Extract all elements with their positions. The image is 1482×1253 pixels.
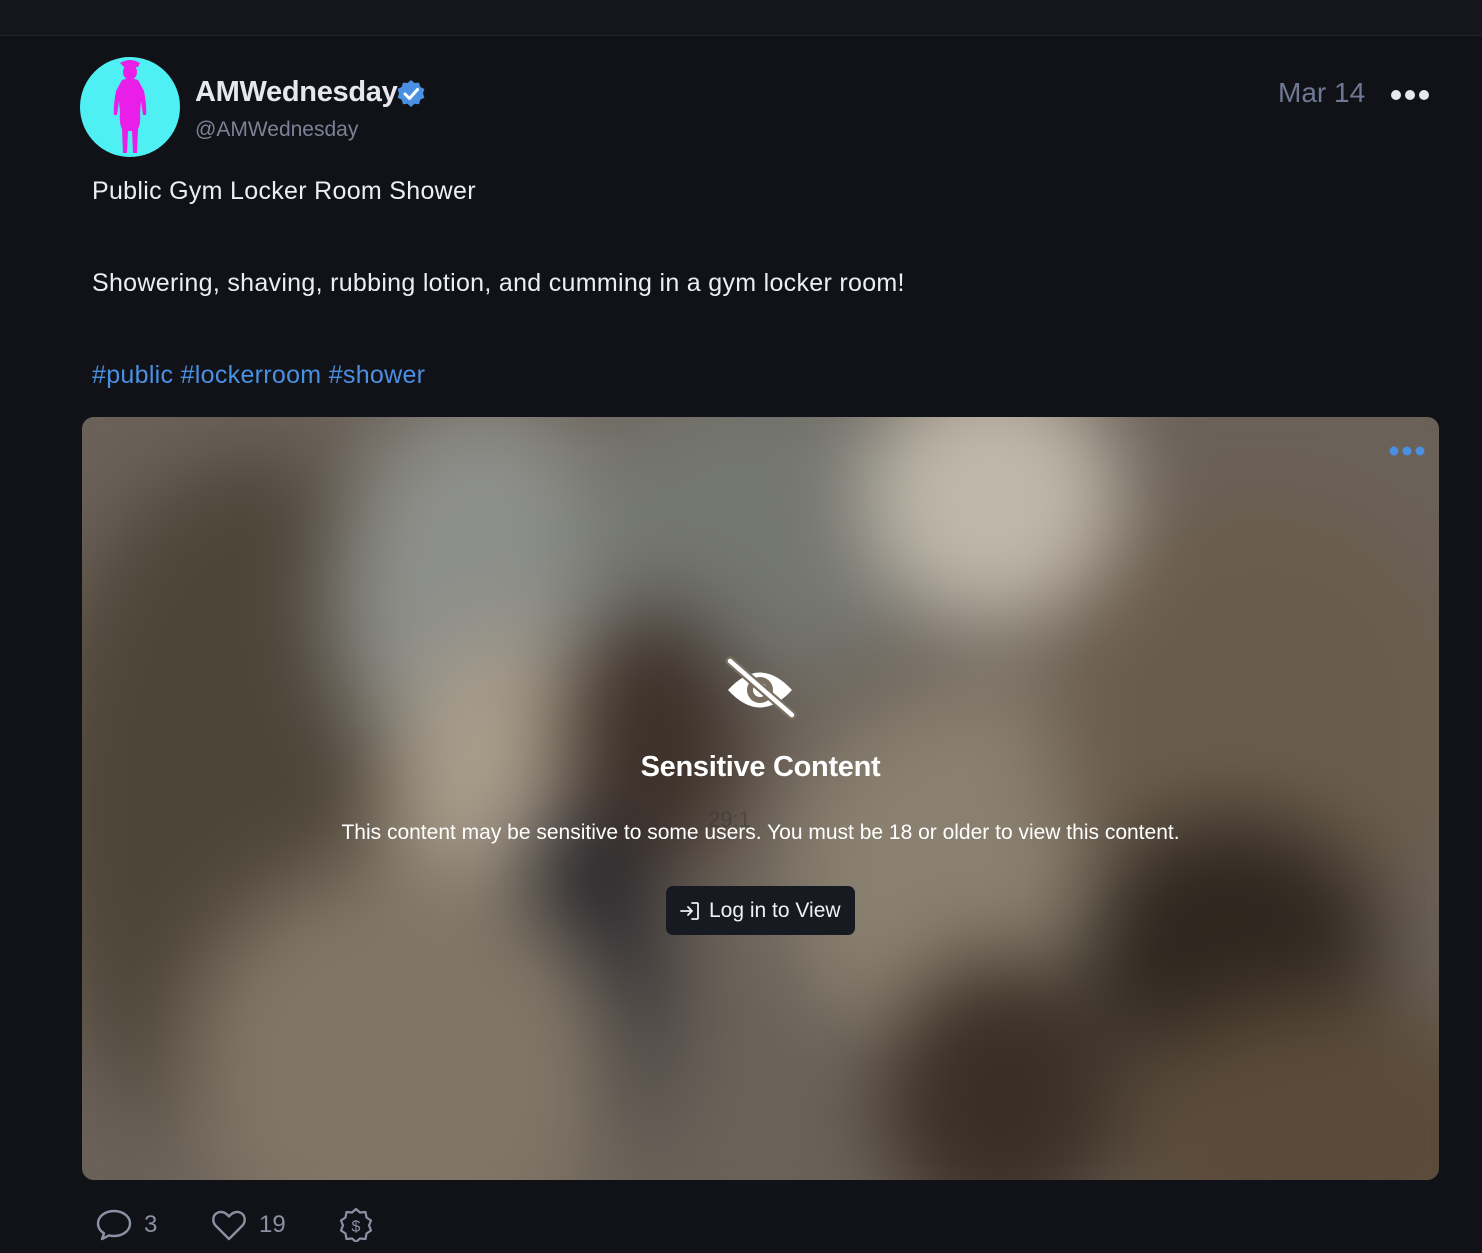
hashtag-list: #public #lockerroom #shower [92, 361, 425, 390]
avatar-figure-icon [113, 60, 147, 153]
sensitive-description: This content may be sensitive to some us… [341, 821, 1180, 844]
comment-count: 3 [144, 1211, 158, 1238]
like-count: 19 [259, 1211, 286, 1238]
login-button-label: Log in to View [709, 898, 841, 922]
login-to-view-button[interactable]: Log in to View [666, 886, 855, 935]
comment-button[interactable]: 3 [96, 1207, 157, 1243]
post-more-icon[interactable] [1390, 86, 1430, 104]
like-button[interactable]: 19 [211, 1207, 286, 1243]
verified-badge-icon [397, 80, 425, 107]
media-preview[interactable]: 29:1 Sensitive Content This content may … [82, 417, 1439, 1180]
heart-icon [212, 1210, 246, 1241]
eye-slash-icon [725, 656, 797, 720]
hashtag-lockerroom[interactable]: #lockerroom [181, 361, 322, 389]
post-body: Showering, shaving, rubbing lotion, and … [92, 269, 905, 297]
hashtag-shower[interactable]: #shower [329, 361, 426, 389]
post-title: Public Gym Locker Room Shower [92, 177, 476, 205]
avatar[interactable] [80, 57, 180, 157]
top-bar [0, 0, 1482, 36]
login-icon [680, 901, 699, 920]
author-display-name[interactable]: AMWednesday [195, 76, 398, 109]
sensitive-overlay: 29:1 Sensitive Content This content may … [82, 417, 1439, 1180]
author-handle[interactable]: @AMWednesday [195, 118, 358, 142]
comment-icon [96, 1209, 132, 1241]
tip-button[interactable]: $ [338, 1207, 386, 1243]
sensitive-title: Sensitive Content [640, 751, 881, 783]
tip-icon: $ [339, 1208, 373, 1242]
post-date[interactable]: Mar 14 [1278, 77, 1365, 109]
svg-text:$: $ [352, 1219, 361, 1236]
hashtag-public[interactable]: #public [92, 361, 173, 389]
post-card: AMWednesday @AMWednesday Mar 14 Public G… [0, 36, 1482, 1253]
